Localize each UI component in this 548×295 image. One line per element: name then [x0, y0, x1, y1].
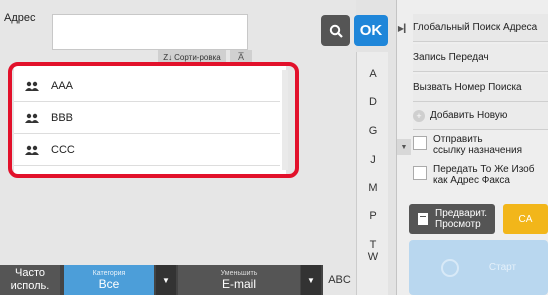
same-image-checkbox-row[interactable]: Передать То Же Изоб как Адрес Факса — [413, 164, 548, 186]
abc-button[interactable]: ABC — [323, 265, 356, 295]
highlight-frame — [8, 62, 299, 178]
plus-icon: + — [413, 109, 425, 122]
preview-line2: Просмотр — [435, 219, 481, 230]
reduce-dropdown[interactable]: ▼ — [301, 265, 321, 295]
menu-add-new-content: + Добавить Новую — [413, 109, 508, 122]
preview-button[interactable]: Предварит. Просмотр — [409, 204, 495, 234]
category-dropdown[interactable]: ▼ — [156, 265, 176, 295]
sort-alpha-icon: A̅ — [237, 52, 244, 62]
menu-send-record-label: Запись Передач — [413, 52, 489, 63]
address-book-screen: Адрес Z↓ Сорти-ровка A̅ AAA BBB CCC OK A… — [0, 0, 548, 295]
alpha-index-j[interactable]: J — [357, 154, 389, 166]
sort-arrow-icon: Z↓ — [163, 52, 173, 62]
tab-category[interactable]: Категория Все — [64, 265, 154, 295]
tab-frequently-used[interactable]: Часто исполь. — [0, 265, 60, 295]
search-icon — [329, 24, 343, 38]
send-link-line1: Отправить — [433, 134, 483, 145]
preview-line1: Предварит. — [435, 208, 488, 219]
alpha-index-t[interactable]: T — [357, 239, 389, 251]
menu-add-new[interactable]: + Добавить Новую — [413, 102, 548, 130]
menu-call-search-number[interactable]: Вызвать Номер Поиска — [413, 74, 548, 102]
chevron-down-icon: ▼ — [162, 275, 170, 285]
sort-button-label: Сорти-ровка — [174, 52, 221, 62]
start-icon — [440, 258, 459, 277]
alpha-index-p[interactable]: P — [357, 210, 389, 222]
send-link-line2: ссылку назначения — [433, 145, 523, 156]
alpha-index-a[interactable]: A — [357, 68, 389, 80]
start-label: Старт — [488, 262, 517, 273]
reduce-value: E-mail — [221, 276, 256, 291]
chevron-down-icon: ▼ — [307, 275, 315, 285]
search-button[interactable] — [321, 15, 350, 46]
alpha-index-g[interactable]: G — [357, 125, 389, 137]
tab-often-line1: Часто — [15, 267, 45, 279]
ca-button[interactable]: CA — [503, 204, 548, 234]
address-input[interactable] — [52, 14, 248, 50]
preview-icon — [418, 213, 428, 225]
alpha-index-d[interactable]: D — [357, 96, 389, 108]
tab-often-line2: исполь. — [10, 280, 50, 292]
address-list-pane: Адрес Z↓ Сорти-ровка A̅ AAA BBB CCC — [0, 0, 356, 295]
reduce-caption: Уменьшить — [220, 269, 258, 277]
menu-send-record[interactable]: Запись Передач — [413, 44, 548, 72]
bottom-tab-bar: Часто исполь. Категория Все ▼ Уменьшить … — [0, 265, 356, 295]
panel-collapse-icon[interactable]: ▶▎ — [397, 14, 411, 42]
alpha-index-m[interactable]: M — [357, 182, 389, 194]
alpha-index: A D G J M P T W — [356, 52, 388, 295]
address-label: Адрес — [4, 12, 36, 24]
start-button[interactable]: Старт — [409, 240, 548, 295]
alpha-index-w[interactable]: W — [357, 251, 389, 263]
menu-call-search-number-label: Вызвать Номер Поиска — [413, 82, 522, 93]
menu-add-new-label: Добавить Новую — [430, 110, 508, 121]
ok-button[interactable]: OK — [354, 15, 388, 46]
same-image-line1: Передать То Же Изоб — [433, 164, 535, 175]
send-link-checkbox[interactable] — [413, 136, 427, 150]
category-caption: Категория — [92, 269, 126, 277]
tab-reduce[interactable]: Уменьшить E-mail — [178, 265, 300, 295]
chevron-down-icon[interactable]: ▼ — [397, 139, 411, 155]
category-value: Все — [98, 276, 120, 291]
same-image-line2: как Адрес Факса — [433, 175, 510, 186]
send-link-checkbox-row[interactable]: Отправить ссылку назначения — [413, 134, 548, 156]
same-image-checkbox[interactable] — [413, 166, 427, 180]
menu-global-search-label: Глобальный Поиск Адреса — [413, 22, 538, 33]
menu-global-search[interactable]: Глобальный Поиск Адреса — [413, 14, 548, 42]
